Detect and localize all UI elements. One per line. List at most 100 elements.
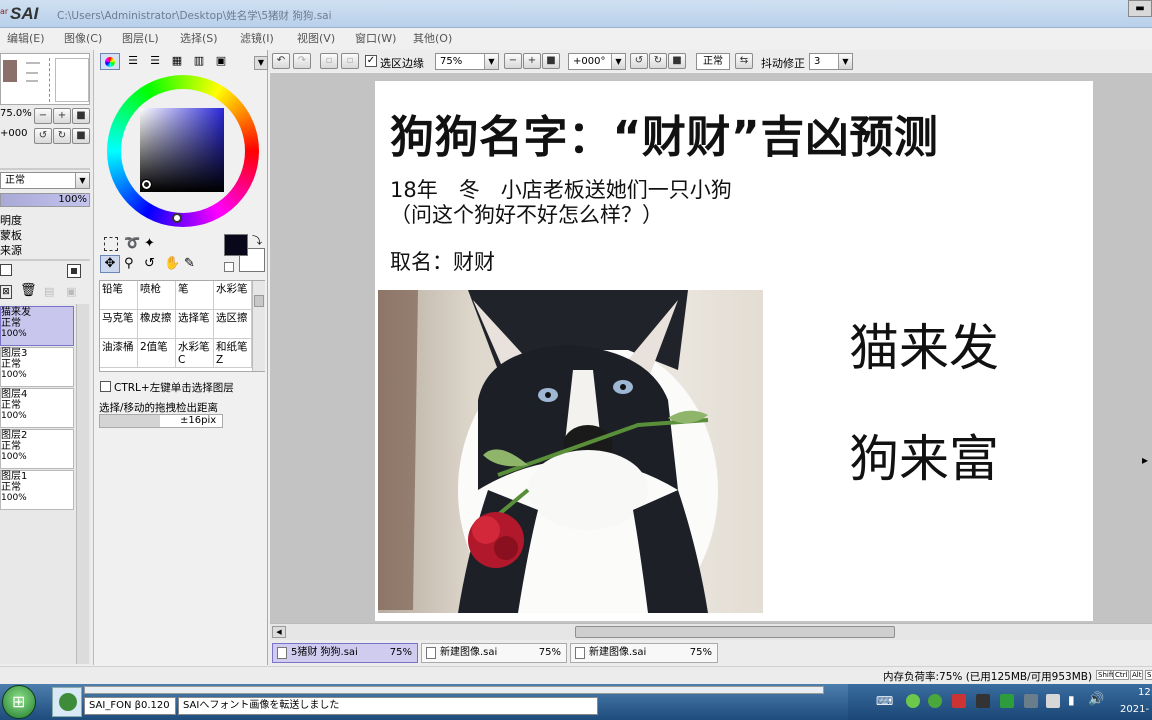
rotation-select[interactable]: +000° ▼	[568, 53, 626, 70]
blend-mode-button[interactable]: 正常	[696, 53, 730, 70]
hand-tool[interactable]: ✋	[164, 256, 180, 271]
brush-airbrush[interactable]: 喷枪	[138, 281, 176, 310]
lasso-tool[interactable]: ➰	[124, 236, 140, 251]
rotate-reset-button[interactable]: ■	[668, 53, 686, 69]
option-mask[interactable]: 蒙板	[0, 227, 22, 243]
tray-app-icon[interactable]	[1000, 694, 1014, 708]
invert-selection-button[interactable]: ▫	[341, 53, 359, 69]
tray-app-icon[interactable]	[1024, 694, 1038, 708]
menu-edit[interactable]: 编辑(E)	[7, 30, 45, 46]
stabilizer-select[interactable]: 3 ▼	[809, 53, 853, 70]
menu-window[interactable]: 窗口(W)	[355, 30, 396, 46]
menu-select[interactable]: 选择(S)	[180, 30, 218, 46]
layer-item[interactable]: 图层1 正常 100%	[0, 470, 74, 510]
eyedropper-tool[interactable]: ✎	[184, 256, 195, 271]
swap-colors-button[interactable]: ⤵	[252, 232, 262, 247]
flip-button[interactable]: ⇆	[735, 53, 753, 69]
scratchpad-mode-button[interactable]: ▥	[189, 53, 209, 70]
canvas-workspace[interactable]: 狗狗名字：“财财”吉凶预测 18年 冬 小店老板送她们一只小狗 （问这个狗好不好…	[270, 73, 1152, 623]
menu-layer[interactable]: 图层(L)	[122, 30, 159, 46]
nav-rotate-left-button[interactable]: ↺	[34, 128, 52, 144]
brush-watercolor-c[interactable]: 水彩笔C	[176, 339, 214, 368]
brush-select-pen[interactable]: 选择笔	[176, 310, 214, 339]
transparent-color-button[interactable]	[224, 262, 234, 272]
menu-filter[interactable]: 滤镜(I)	[240, 30, 274, 46]
nav-rotate-right-button[interactable]: ↻	[53, 128, 71, 144]
deselect-button[interactable]: ▫	[320, 53, 338, 69]
clock-date[interactable]: 2021-	[1120, 704, 1149, 715]
undo-button[interactable]: ↶	[272, 53, 290, 69]
document-tab[interactable]: 5猪财 狗狗.sai 75%	[272, 643, 418, 663]
rgb-slider-mode-button[interactable]: ☰	[123, 53, 143, 70]
zoom-select[interactable]: 75% ▼	[435, 53, 499, 70]
brush-binary-pen[interactable]: 2值笔	[138, 339, 176, 368]
volume-icon[interactable]: 🔊	[1088, 692, 1104, 707]
selection-edge-checkbox[interactable]: ✓	[365, 55, 377, 67]
taskbar-item-sai-fon[interactable]: SAI_FON β0.120	[84, 697, 176, 715]
option-source[interactable]: 来源	[0, 242, 22, 258]
zoom-in-button[interactable]: +	[523, 53, 541, 69]
tray-app-icon[interactable]	[952, 694, 966, 708]
nav-zoom-reset-button[interactable]: ■	[72, 108, 90, 124]
layer-action-button[interactable]: ▤	[44, 285, 58, 299]
tray-app-icon[interactable]	[928, 694, 942, 708]
delete-layer-button[interactable]: 🗑	[20, 284, 37, 299]
canvas-page[interactable]: 狗狗名字：“财财”吉凶预测 18年 冬 小店老板送她们一只小狗 （问这个狗好不好…	[375, 81, 1093, 621]
tray-app-icon[interactable]	[906, 694, 920, 708]
menu-image[interactable]: 图像(C)	[64, 30, 102, 46]
document-tab[interactable]: 新建图像.sai 75%	[570, 643, 718, 663]
layer-lock-button[interactable]: ▣	[66, 285, 80, 299]
zoom-reset-button[interactable]: ■	[542, 53, 560, 69]
brush-pen[interactable]: 笔	[176, 281, 214, 310]
primary-color-swatch[interactable]	[224, 234, 248, 256]
brush-grid-scrollbar[interactable]	[252, 281, 265, 371]
nav-rotate-reset-button[interactable]: ■	[72, 128, 90, 144]
nav-zoom-out-button[interactable]: −	[34, 108, 52, 124]
zoom-tool[interactable]: ⚲	[124, 256, 134, 271]
detect-distance-slider[interactable]: ±16pix	[99, 414, 223, 428]
palette-mode-button[interactable]: ▣	[211, 53, 231, 70]
new-layer-button[interactable]	[67, 264, 81, 278]
navigator-thumbnail[interactable]	[0, 53, 90, 105]
hue-cursor[interactable]	[172, 213, 182, 223]
layer-list-scrollbar[interactable]	[76, 304, 89, 664]
menu-view[interactable]: 视图(V)	[297, 30, 335, 46]
keyboard-icon[interactable]: ⌨	[876, 694, 893, 708]
clock-time[interactable]: 12:	[1138, 687, 1152, 698]
panel-menu-button[interactable]: ▼	[254, 56, 268, 70]
move-tool[interactable]: ✥	[100, 255, 120, 273]
tray-app-icon[interactable]	[976, 694, 990, 708]
color-wheel-mode-button[interactable]	[100, 53, 120, 70]
ctrl-select-checkbox[interactable]	[100, 381, 111, 392]
merge-button[interactable]: ⊠	[0, 285, 12, 299]
layer-item[interactable]: 图层2 正常 100%	[0, 429, 74, 469]
rotate-right-button[interactable]: ↻	[649, 53, 667, 69]
folder-button[interactable]	[0, 264, 12, 276]
menu-other[interactable]: 其他(O)	[413, 30, 452, 46]
layer-opacity-slider[interactable]: 100%	[0, 193, 90, 207]
start-button[interactable]: ⊞	[2, 685, 36, 719]
swatch-mode-button[interactable]: ▦	[167, 53, 187, 70]
document-tab[interactable]: 新建图像.sai 75%	[421, 643, 567, 663]
zoom-out-button[interactable]: −	[504, 53, 522, 69]
scroll-thumb[interactable]	[575, 626, 895, 638]
magic-wand-tool[interactable]: ✦	[144, 236, 155, 251]
scroll-left-button[interactable]: ◀	[272, 626, 286, 638]
tray-app-icon[interactable]	[1046, 694, 1060, 708]
taskbar-app-icon[interactable]	[52, 687, 82, 717]
saturation-value-square[interactable]	[140, 108, 224, 192]
dog-photo[interactable]	[378, 290, 763, 613]
brush-washi-z[interactable]: 和纸笔Z	[214, 339, 252, 368]
rotate-tool[interactable]: ↺	[144, 256, 155, 271]
network-icon[interactable]: ▮	[1068, 693, 1075, 707]
brush-pencil[interactable]: 铅笔	[100, 281, 138, 310]
layer-item[interactable]: 图层4 正常 100%	[0, 388, 74, 428]
brush-marker[interactable]: 马克笔	[100, 310, 138, 339]
layer-item[interactable]: 图层3 正常 100%	[0, 347, 74, 387]
rect-select-tool[interactable]	[104, 237, 118, 251]
taskbar-item-message[interactable]: SAIへフォント画像を転送しました	[178, 697, 598, 715]
option-luminosity[interactable]: 明度	[0, 212, 22, 228]
brush-bucket[interactable]: 油漆桶	[100, 339, 138, 368]
layer-item[interactable]: 猫来发 正常 100%	[0, 306, 74, 346]
canvas-hscrollbar[interactable]: ◀	[270, 623, 1152, 640]
